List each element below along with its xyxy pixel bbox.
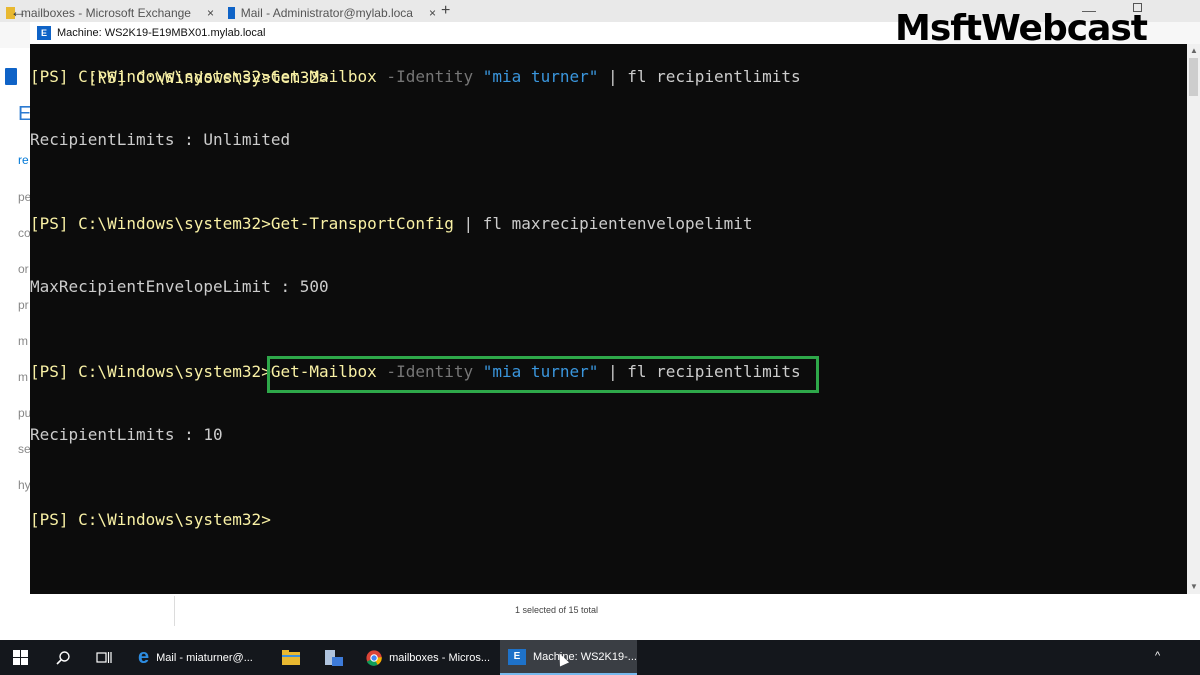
search-icon	[56, 650, 70, 665]
console-prompt: [PS] C:\Windows\system32>	[30, 214, 271, 233]
server-manager-icon	[325, 649, 343, 666]
console-line: [PS] C:\Windows\system32>	[30, 45, 329, 87]
string-argument: "mia turner"	[482, 67, 599, 86]
watermark: MsftWebcast	[895, 8, 1148, 49]
scroll-up-arrow-icon[interactable]: ▲	[1190, 46, 1198, 55]
console-line: [PS] C:\Windows\system32>Get-TransportCo…	[30, 213, 752, 235]
eac-left-nav	[0, 48, 30, 608]
windows-logo-icon	[13, 650, 28, 665]
search-button[interactable]	[55, 640, 73, 675]
taskbar-item-label: mailboxes - Micros...	[389, 651, 490, 664]
back-arrow-icon[interactable]: ←	[10, 2, 27, 22]
edge-icon: e	[138, 646, 150, 668]
browser-tab-label: Mail - Administrator@mylab.loca	[240, 6, 413, 20]
output-text: MaxRecipientEnvelopeLimit : 500	[30, 277, 329, 296]
file-explorer-button[interactable]	[282, 640, 302, 675]
console-window-title: Machine: WS2K19-E19MBX01.mylab.local	[57, 27, 266, 39]
scroll-thumb[interactable]	[1189, 58, 1198, 96]
eac-nav-item[interactable]: se	[18, 442, 31, 456]
browser-tab-mail[interactable]: Mail - Administrator@mylab.loca ×	[228, 4, 436, 22]
close-tab-icon[interactable]: ×	[207, 6, 214, 20]
footer-divider	[174, 596, 175, 626]
eac-nav-item[interactable]: co	[18, 226, 31, 240]
taskbar-item-label: Machine: WS2K19-...	[533, 650, 637, 663]
console-prompt: [PS] C:\Windows\system32>	[30, 510, 271, 529]
console-output-line: RecipientLimits : Unlimited	[30, 129, 290, 151]
eac-nav-item[interactable]: m	[18, 370, 28, 384]
task-view-button[interactable]	[96, 640, 114, 675]
tray-expand-icon[interactable]: ^	[1155, 650, 1160, 662]
taskbar-item-mail[interactable]: e Mail - miaturner@...	[138, 640, 262, 675]
output-text: RecipientLimits : Unlimited	[30, 130, 291, 149]
cmdlet-name: Get-Mailbox	[270, 67, 377, 86]
eac-nav-item[interactable]: or	[18, 262, 29, 276]
console-prompt: [PS] C:\Windows\system32>	[30, 362, 271, 381]
selection-count: 1 selected of 15 total	[515, 605, 599, 615]
console-line: [PS] C:\Windows\system32>	[30, 509, 271, 531]
exchange-icon: E	[37, 26, 51, 40]
console-output-line: RecipientLimits : 10	[30, 424, 223, 446]
highlighted-command-box	[267, 356, 819, 393]
eac-nav-item[interactable]: hy	[18, 478, 31, 492]
folder-icon	[282, 650, 300, 665]
console-scrollbar[interactable]	[1187, 44, 1200, 594]
eac-nav-item[interactable]: re	[18, 153, 29, 167]
new-tab-button[interactable]: +	[441, 2, 450, 20]
cmdlet-name: Get-TransportConfig	[270, 214, 454, 233]
cmdlet-parameter: -Identity	[376, 67, 483, 86]
task-view-icon	[96, 651, 112, 663]
outlook-favicon-icon	[228, 7, 235, 19]
eac-nav-item[interactable]: m	[18, 334, 28, 348]
eac-footer	[0, 594, 1200, 640]
screen: mailboxes - Microsoft Exchange × Mail - …	[0, 0, 1200, 675]
console-prompt: [PS] C:\Windows\system32>	[30, 67, 271, 86]
exchange-shell-icon: E	[508, 648, 526, 665]
office-logo-icon[interactable]	[0, 66, 26, 88]
start-button[interactable]	[13, 640, 33, 675]
taskbar-item-label: Mail - miaturner@...	[156, 651, 253, 664]
taskbar-item-machine[interactable]: E Machine: WS2K19-...	[500, 640, 637, 675]
eac-nav-item[interactable]: pr	[18, 298, 29, 312]
browser-tab-mailboxes[interactable]: mailboxes - Microsoft Exchange ×	[6, 4, 214, 22]
console-output-line: MaxRecipientEnvelopeLimit : 500	[30, 276, 329, 298]
console-line: [PS] C:\Windows\system32>Get-Mailbox -Id…	[30, 66, 801, 88]
chrome-icon	[366, 649, 382, 666]
output-text: RecipientLimits : 10	[30, 425, 223, 444]
console-title-bar[interactable]: E Machine: WS2K19-E19MBX01.mylab.local	[30, 22, 900, 44]
close-tab-icon[interactable]: ×	[429, 6, 436, 20]
pipeline-text: | fl recipientlimits	[598, 67, 801, 86]
server-manager-button[interactable]	[324, 640, 346, 675]
taskbar-item-mailboxes[interactable]: mailboxes - Micros...	[366, 640, 490, 675]
pipeline-text: | fl maxrecipientenvelopelimit	[453, 214, 753, 233]
powershell-console[interactable]: [PS] C:\Windows\system32> [PS] C:\Window…	[30, 44, 1187, 594]
browser-tab-label: mailboxes - Microsoft Exchange	[20, 6, 191, 20]
scroll-down-arrow-icon[interactable]: ▼	[1190, 582, 1198, 591]
